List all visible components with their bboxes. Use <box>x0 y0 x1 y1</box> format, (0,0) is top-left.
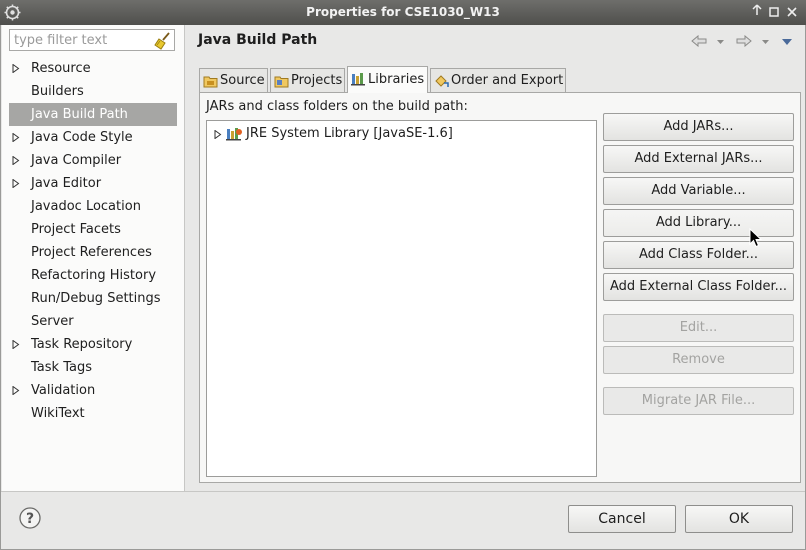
sidebar-item-label: Project Facets <box>31 222 121 237</box>
sidebar-item-label: Validation <box>31 383 96 398</box>
tab-projects[interactable]: Projects <box>270 68 345 93</box>
tab-source[interactable]: Source <box>199 68 268 93</box>
expand-triangle-icon[interactable] <box>214 130 222 139</box>
page-content: Java Build Path Source Projects Librarie… <box>186 25 806 491</box>
tab-order-export[interactable]: Order and Export <box>430 68 566 93</box>
property-pages-tree: Resource Builders Java Build Path Java Code… <box>2 57 185 425</box>
ok-button[interactable]: OK <box>685 505 793 533</box>
tab-libraries-label: Libraries <box>368 72 425 87</box>
filter-placeholder: type filter text <box>14 33 108 48</box>
view-menu-chevron-icon[interactable] <box>782 39 792 45</box>
sidebar-item-refactoring-history[interactable]: Refactoring History <box>2 264 185 287</box>
order-export-icon <box>435 75 449 87</box>
cancel-button[interactable]: Cancel <box>568 505 676 533</box>
sidebar-item-label: Task Tags <box>31 360 92 375</box>
tab-order-export-label: Order and Export <box>451 73 564 88</box>
jre-library-icon <box>226 128 242 141</box>
sidebar-item-builders[interactable]: Builders <box>2 80 185 103</box>
add-variable-button[interactable]: Add Variable... <box>603 177 794 205</box>
page-title: Java Build Path <box>198 32 318 48</box>
restore-icon[interactable] <box>767 4 781 20</box>
libraries-icon <box>351 73 365 86</box>
sidebar-item-label: Java Editor <box>31 176 102 191</box>
sidebar-item-task-repository[interactable]: Task Repository <box>2 333 185 356</box>
property-pages-sidebar: type filter text Resource Builders Java Bu… <box>2 25 185 491</box>
dialog-footer: ? Cancel OK <box>1 491 805 549</box>
forward-menu-chevron-icon[interactable] <box>762 40 769 45</box>
sidebar-item-label: Run/Debug Settings <box>31 291 161 306</box>
sidebar-item-task-tags[interactable]: Task Tags <box>2 356 185 379</box>
close-icon[interactable] <box>785 4 799 20</box>
libraries-panel: JARs and class folders on the build path… <box>199 92 801 483</box>
libraries-description: JARs and class folders on the build path… <box>206 99 468 114</box>
sidebar-item-java-code-style[interactable]: Java Code Style <box>2 126 185 149</box>
sidebar-item-java-build-path[interactable]: Java Build Path <box>9 103 177 126</box>
libraries-list[interactable]: JRE System Library [JavaSE-1.6] <box>206 120 597 477</box>
source-folder-icon <box>203 76 218 88</box>
add-external-class-folder-button[interactable]: Add External Class Folder... <box>603 273 794 301</box>
window-title: Properties for CSE1030_W13 <box>306 5 500 19</box>
sidebar-item-label: Server <box>31 314 74 329</box>
jre-library-label: JRE System Library [JavaSE-1.6] <box>246 126 453 141</box>
back-menu-chevron-icon[interactable] <box>717 40 724 45</box>
sidebar-item-java-editor[interactable]: Java Editor <box>2 172 185 195</box>
filter-field[interactable]: type filter text <box>9 29 175 51</box>
sidebar-item-label: Project References <box>31 245 152 260</box>
expand-triangle-icon[interactable] <box>12 156 20 165</box>
edit-button[interactable]: Edit... <box>603 314 794 342</box>
back-arrow-icon[interactable] <box>691 35 707 47</box>
sidebar-item-resource[interactable]: Resource <box>2 57 185 80</box>
list-item[interactable]: JRE System Library [JavaSE-1.6] <box>212 125 453 143</box>
properties-dialog: type filter text Resource Builders Java Bu… <box>0 25 806 550</box>
clear-filter-icon[interactable] <box>154 32 172 50</box>
sidebar-item-java-compiler[interactable]: Java Compiler <box>2 149 185 172</box>
sidebar-item-label: Resource <box>31 61 91 76</box>
expand-triangle-icon[interactable] <box>12 64 20 73</box>
sidebar-item-wikitext[interactable]: WikiText <box>2 402 185 425</box>
sidebar-item-project-references[interactable]: Project References <box>2 241 185 264</box>
expand-triangle-icon[interactable] <box>12 386 20 395</box>
sidebar-item-label: Javadoc Location <box>31 199 141 214</box>
sidebar-item-label: WikiText <box>31 406 85 421</box>
tab-libraries[interactable]: Libraries <box>347 66 428 93</box>
expand-triangle-icon[interactable] <box>12 340 20 349</box>
sidebar-item-label: Builders <box>31 84 84 99</box>
sidebar-item-server[interactable]: Server <box>2 310 185 333</box>
sidebar-item-project-facets[interactable]: Project Facets <box>2 218 185 241</box>
sidebar-item-run-debug-settings[interactable]: Run/Debug Settings <box>2 287 185 310</box>
sidebar-item-label: Java Build Path <box>31 107 128 122</box>
help-icon[interactable]: ? <box>19 507 41 529</box>
migrate-jar-button[interactable]: Migrate JAR File... <box>603 387 794 415</box>
mouse-cursor-icon <box>749 228 763 248</box>
sidebar-item-validation[interactable]: Validation <box>2 379 185 402</box>
add-jars-button[interactable]: Add JARs... <box>603 113 794 141</box>
sidebar-item-javadoc-location[interactable]: Javadoc Location <box>2 195 185 218</box>
sidebar-item-label: Task Repository <box>31 337 133 352</box>
tab-source-label: Source <box>220 73 265 88</box>
title-bar: Properties for CSE1030_W13 <box>0 0 806 25</box>
add-library-button[interactable]: Add Library... <box>603 209 794 237</box>
add-external-jars-button[interactable]: Add External JARs... <box>603 145 794 173</box>
expand-triangle-icon[interactable] <box>12 179 20 188</box>
remove-button[interactable]: Remove <box>603 346 794 374</box>
add-class-folder-button[interactable]: Add Class Folder... <box>603 241 794 269</box>
expand-triangle-icon[interactable] <box>12 133 20 142</box>
sidebar-item-label: Refactoring History <box>31 268 157 283</box>
maximize-up-icon[interactable] <box>750 4 764 20</box>
tab-projects-label: Projects <box>291 73 343 88</box>
sidebar-item-label: Java Compiler <box>31 153 122 168</box>
svg-text:?: ? <box>26 511 34 527</box>
projects-icon <box>274 76 289 88</box>
sidebar-item-label: Java Code Style <box>31 130 133 145</box>
forward-arrow-icon[interactable] <box>736 35 752 47</box>
